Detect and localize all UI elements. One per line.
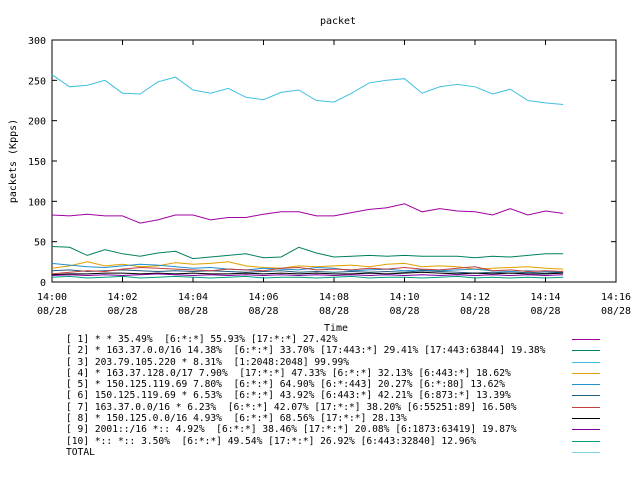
y-tick-label: 200 (28, 117, 46, 128)
legend-item: [ 2] * 163.37.0.0/16 14.38% [6:*:*] 33.7… (66, 345, 640, 356)
legend-label: [ 4] * 163.37.128.0/17 7.90% [17:*:*] 47… (66, 367, 511, 379)
legend-label: TOTAL (66, 446, 95, 458)
legend-item: [ 9] 2001::/16 *:: 4.92% [6:*:*] 38.46% … (66, 424, 640, 435)
x-axis-label: Time (324, 323, 348, 334)
y-tick-label: 50 (34, 238, 46, 249)
series-line-3 (51, 74, 564, 105)
x-tick-date: 08/28 (178, 306, 208, 317)
x-tick-time: 14:02 (107, 292, 137, 303)
x-tick-time: 14:10 (389, 292, 419, 303)
x-tick-time: 14:12 (460, 292, 490, 303)
legend-swatch (572, 429, 600, 431)
y-tick-label: 300 (28, 36, 46, 47)
x-tick-date: 08/28 (107, 306, 137, 317)
legend: [ 1] * * 35.49% [6:*:*] 55.93% [17:*:*] … (66, 334, 640, 458)
x-tick-date: 08/28 (37, 306, 67, 317)
x-tick-time: 14:08 (319, 292, 349, 303)
legend-label: [ 3] 203.79.105.220 * 8.31% [1:2048:2048… (66, 356, 350, 368)
legend-item: [10] *:: *:: 3.50% [6:*:*] 49.54% [17:*:… (66, 436, 640, 447)
legend-item: [ 6] 150.125.119.69 * 6.53% [6:*:*] 43.9… (66, 390, 640, 401)
legend-swatch (572, 339, 600, 340)
legend-swatch (572, 350, 600, 352)
legend-swatch (572, 361, 600, 363)
x-tick-date: 08/28 (319, 306, 349, 317)
plot-frame (51, 39, 617, 283)
series-lines (51, 74, 564, 279)
legend-label: [ 9] 2001::/16 *:: 4.92% [6:*:*] 38.46% … (66, 424, 517, 436)
legend-item: TOTAL (66, 447, 640, 458)
legend-item: [ 4] * 163.37.128.0/17 7.90% [17:*:*] 47… (66, 368, 640, 379)
legend-label: [ 2] * 163.37.0.0/16 14.38% [6:*:*] 33.7… (66, 345, 546, 357)
legend-swatch (572, 440, 600, 442)
legend-item: [ 3] 203.79.105.220 * 8.31% [1:2048:2048… (66, 357, 640, 368)
legend-label: [ 8] * 150.125.0.0/16 4.93% [6:*:*] 68.5… (66, 413, 407, 425)
y-axis-label: packets (Kpps) (8, 119, 19, 203)
x-tick-time: 14:06 (248, 292, 278, 303)
legend-item: [ 7] 163.37.0.0/16 * 6.23% [6:*:*] 42.07… (66, 402, 640, 413)
y-tick-label: 0 (40, 278, 46, 289)
legend-label: [ 6] 150.125.119.69 * 6.53% [6:*:*] 43.9… (66, 390, 511, 402)
x-tick-date: 08/28 (389, 306, 419, 317)
series-line-9 (51, 273, 564, 277)
legend-label: [ 5] * 150.125.119.69 7.80% [6:*:*] 64.9… (66, 379, 505, 391)
x-tick-date: 08/28 (530, 306, 560, 317)
y-tick-label: 100 (28, 197, 46, 208)
legend-swatch (572, 384, 600, 386)
legend-item: [ 1] * * 35.49% [6:*:*] 55.93% [17:*:*] … (66, 334, 640, 345)
legend-swatch (572, 418, 600, 420)
x-tick-date: 08/28 (460, 306, 490, 317)
y-axis: 0 50 100 150 200 250 300 (28, 36, 616, 289)
x-tick-time: 14:04 (178, 292, 208, 303)
x-tick-time: 14:16 (601, 292, 631, 303)
legend-swatch (572, 395, 600, 397)
legend-item: [ 5] * 150.125.119.69 7.80% [6:*:*] 64.9… (66, 379, 640, 390)
y-tick-label: 150 (28, 157, 46, 168)
chart-title: packet (320, 16, 356, 27)
series-line-1 (51, 203, 564, 224)
x-tick-date: 08/28 (601, 306, 631, 317)
legend-swatch (572, 451, 600, 453)
legend-label: [ 1] * * 35.49% [6:*:*] 55.93% [17:*:*] … (66, 334, 338, 345)
series-line-10 (51, 275, 564, 279)
legend-label: [ 7] 163.37.0.0/16 * 6.23% [6:*:*] 42.07… (66, 401, 517, 413)
series-line-2 (51, 246, 564, 260)
x-tick-date: 08/28 (248, 306, 278, 317)
legend-swatch (572, 406, 600, 408)
legend-swatch (572, 372, 600, 374)
y-tick-label: 250 (28, 76, 46, 87)
x-tick-time: 14:14 (530, 292, 560, 303)
x-tick-time: 14:00 (37, 292, 67, 303)
legend-item: [ 8] * 150.125.0.0/16 4.93% [6:*:*] 68.5… (66, 413, 640, 424)
legend-label: [10] *:: *:: 3.50% [6:*:*] 49.54% [17:*:… (66, 435, 477, 447)
